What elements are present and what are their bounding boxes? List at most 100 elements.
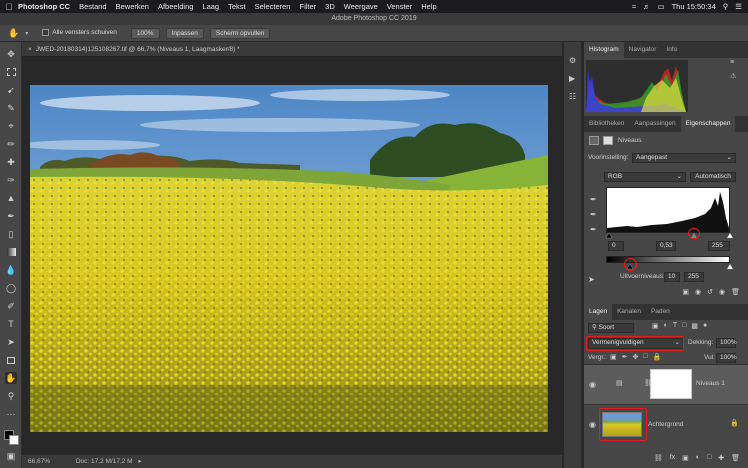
eye-icon[interactable]: ◉ bbox=[589, 420, 596, 429]
black-point-eyedropper-icon[interactable]: ✒ bbox=[590, 195, 597, 204]
menu-selecteren[interactable]: Selecteren bbox=[255, 2, 291, 11]
type-tool-icon[interactable]: T bbox=[5, 318, 17, 330]
tab-channels[interactable]: Kanalen bbox=[612, 304, 646, 320]
filter-type-icon[interactable]: T bbox=[673, 322, 677, 330]
new-adjustment-icon[interactable]: ◐ bbox=[696, 454, 700, 466]
menu-photoshop[interactable]: Photoshop CC bbox=[18, 2, 70, 11]
tab-adjustments[interactable]: Aanpassingen bbox=[629, 116, 680, 132]
lock-image-icon[interactable]: ✒ bbox=[622, 353, 628, 361]
histogram-menu-icon[interactable]: ≡ bbox=[730, 59, 734, 66]
lock-all-icon[interactable]: 🔒 bbox=[653, 353, 662, 361]
apple-icon[interactable]:  bbox=[0, 2, 18, 12]
delete-icon[interactable]: 🗑 bbox=[731, 288, 740, 300]
search-icon[interactable]: ⚲ bbox=[723, 2, 729, 11]
hand-tool-icon[interactable]: ✋ bbox=[8, 28, 19, 39]
background-color-swatch[interactable] bbox=[9, 435, 19, 445]
fill-field[interactable]: 100% bbox=[716, 353, 737, 363]
menu-help[interactable]: Help bbox=[421, 2, 436, 11]
quick-mask-icon[interactable]: ▣ bbox=[5, 450, 17, 462]
tab-layers[interactable]: Lagen bbox=[584, 304, 613, 320]
layer-name[interactable]: Niveaus 1 bbox=[696, 380, 725, 387]
layer-mask-icon[interactable] bbox=[603, 136, 613, 145]
zoom-100-button[interactable]: 100% bbox=[130, 27, 160, 39]
histogram-refresh-icon[interactable]: ⚠ bbox=[730, 72, 736, 80]
new-layer-icon[interactable]: ✚ bbox=[718, 454, 724, 466]
path-select-icon[interactable]: ➤ bbox=[5, 336, 17, 348]
menu-laag[interactable]: Laag bbox=[202, 2, 219, 11]
quick-select-icon[interactable]: ✎ bbox=[5, 102, 17, 114]
delete-layer-icon[interactable]: 🗑 bbox=[731, 454, 740, 466]
fill-screen-button[interactable]: Scherm opvullen bbox=[209, 27, 271, 39]
layer-mask-thumbnail[interactable] bbox=[650, 369, 692, 399]
wifi-icon[interactable]: ≈ bbox=[632, 2, 636, 11]
menu-3d[interactable]: 3D bbox=[325, 2, 335, 11]
edit-toolbar-icon[interactable]: ⋯ bbox=[5, 408, 17, 420]
notifications-icon[interactable]: ☰ bbox=[735, 2, 742, 11]
tab-properties[interactable]: Eigenschappen bbox=[680, 116, 736, 132]
lock-transparent-icon[interactable]: ▣ bbox=[610, 353, 617, 361]
properties-icon[interactable]: ☷ bbox=[569, 92, 576, 101]
lock-position-icon[interactable]: ✥ bbox=[633, 353, 639, 361]
close-doc-icon[interactable]: × bbox=[28, 46, 32, 53]
crop-tool-icon[interactable]: ⌖ bbox=[5, 120, 17, 132]
menu-weergave[interactable]: Weergave bbox=[344, 2, 378, 11]
healing-brush-icon[interactable]: ✚ bbox=[5, 156, 17, 168]
tab-libraries[interactable]: Bibliotheken bbox=[584, 116, 629, 132]
clone-stamp-icon[interactable]: ▲ bbox=[5, 192, 17, 204]
input-levels-slider[interactable] bbox=[604, 231, 734, 239]
tool-preset-chevron-icon[interactable]: ▾ bbox=[25, 30, 28, 37]
eraser-tool-icon[interactable]: ▯ bbox=[5, 228, 17, 240]
reset-icon[interactable]: ↺ bbox=[707, 288, 713, 300]
history-brush-icon[interactable]: ✒ bbox=[5, 210, 17, 222]
output-low-field[interactable]: 10 bbox=[664, 272, 680, 282]
lasso-tool-icon[interactable]: ➹ bbox=[5, 84, 17, 96]
zoom-level[interactable]: 66,67% bbox=[28, 458, 50, 465]
auto-button[interactable]: Automatisch bbox=[690, 172, 736, 182]
menu-tekst[interactable]: Tekst bbox=[228, 2, 246, 11]
zoom-tool-icon[interactable]: ⚲ bbox=[5, 390, 17, 402]
history-icon[interactable]: ⚙ bbox=[569, 56, 576, 65]
layer-name[interactable]: Achtergrond bbox=[648, 421, 683, 428]
filter-toggle-icon[interactable]: ● bbox=[703, 322, 707, 330]
new-group-icon[interactable]: □ bbox=[707, 454, 711, 466]
input-shadow-field[interactable]: 0 bbox=[608, 241, 624, 251]
link-layers-icon[interactable]: ⛓ bbox=[654, 454, 663, 466]
opacity-field[interactable]: 100% bbox=[716, 338, 737, 348]
battery-icon[interactable]: ▭ bbox=[657, 2, 664, 11]
document-tab[interactable]: × JWED-20180314)125108267.tif @ 66,7% (Ni… bbox=[22, 42, 562, 57]
menu-bewerken[interactable]: Bewerken bbox=[116, 2, 149, 11]
eyedropper-tool-icon[interactable]: ✏ bbox=[5, 138, 17, 150]
document-image[interactable] bbox=[30, 85, 548, 432]
preset-select[interactable]: Aangepast ⌄ bbox=[632, 153, 736, 163]
lock-artboard-icon[interactable]: □ bbox=[643, 353, 647, 361]
menu-afbeelding[interactable]: Afbeelding bbox=[158, 2, 193, 11]
brush-tool-icon[interactable]: ✑ bbox=[5, 174, 17, 186]
view-previous-icon[interactable]: ◉ bbox=[695, 288, 701, 300]
move-tool-icon[interactable]: ✥ bbox=[5, 48, 17, 60]
gradient-tool-icon[interactable] bbox=[5, 246, 17, 258]
input-mid-field[interactable]: 0,53 bbox=[656, 241, 676, 251]
filter-adjustment-icon[interactable]: ◐ bbox=[664, 322, 668, 330]
tab-histogram[interactable]: Histogram bbox=[584, 42, 624, 58]
hand-tool-active-icon[interactable]: ✋ bbox=[5, 372, 17, 384]
blur-tool-icon[interactable]: 💧 bbox=[5, 264, 17, 276]
tab-navigator[interactable]: Navigator bbox=[624, 42, 662, 58]
filter-shape-icon[interactable]: □ bbox=[682, 322, 686, 330]
tab-info[interactable]: Info bbox=[661, 42, 682, 58]
doc-info[interactable]: Doc: 17,2 M/17,2 M bbox=[76, 458, 133, 465]
fit-screen-button[interactable]: Inpassen bbox=[165, 27, 204, 39]
volume-icon[interactable]: ♬ bbox=[643, 2, 651, 11]
actions-play-icon[interactable]: ▶ bbox=[569, 74, 575, 83]
output-high-field[interactable]: 255 bbox=[684, 272, 704, 282]
rectangle-tool-icon[interactable] bbox=[5, 354, 17, 366]
menu-venster[interactable]: Venster bbox=[387, 2, 412, 11]
filter-kind-select[interactable]: ⚲ Soort bbox=[588, 323, 634, 333]
scroll-all-checkbox[interactable]: Alle vensters schuiven bbox=[42, 29, 117, 37]
fx-icon[interactable]: fx bbox=[670, 454, 675, 466]
add-mask-icon[interactable]: ▣ bbox=[682, 454, 689, 466]
pen-tool-icon[interactable]: ✐ bbox=[5, 300, 17, 312]
dodge-tool-icon[interactable]: ◯ bbox=[5, 282, 17, 294]
channel-select[interactable]: RGB ⌄ bbox=[604, 172, 686, 182]
clock[interactable]: Thu 15:50:34 bbox=[672, 2, 716, 11]
gray-point-eyedropper-icon[interactable]: ✒ bbox=[590, 210, 597, 219]
